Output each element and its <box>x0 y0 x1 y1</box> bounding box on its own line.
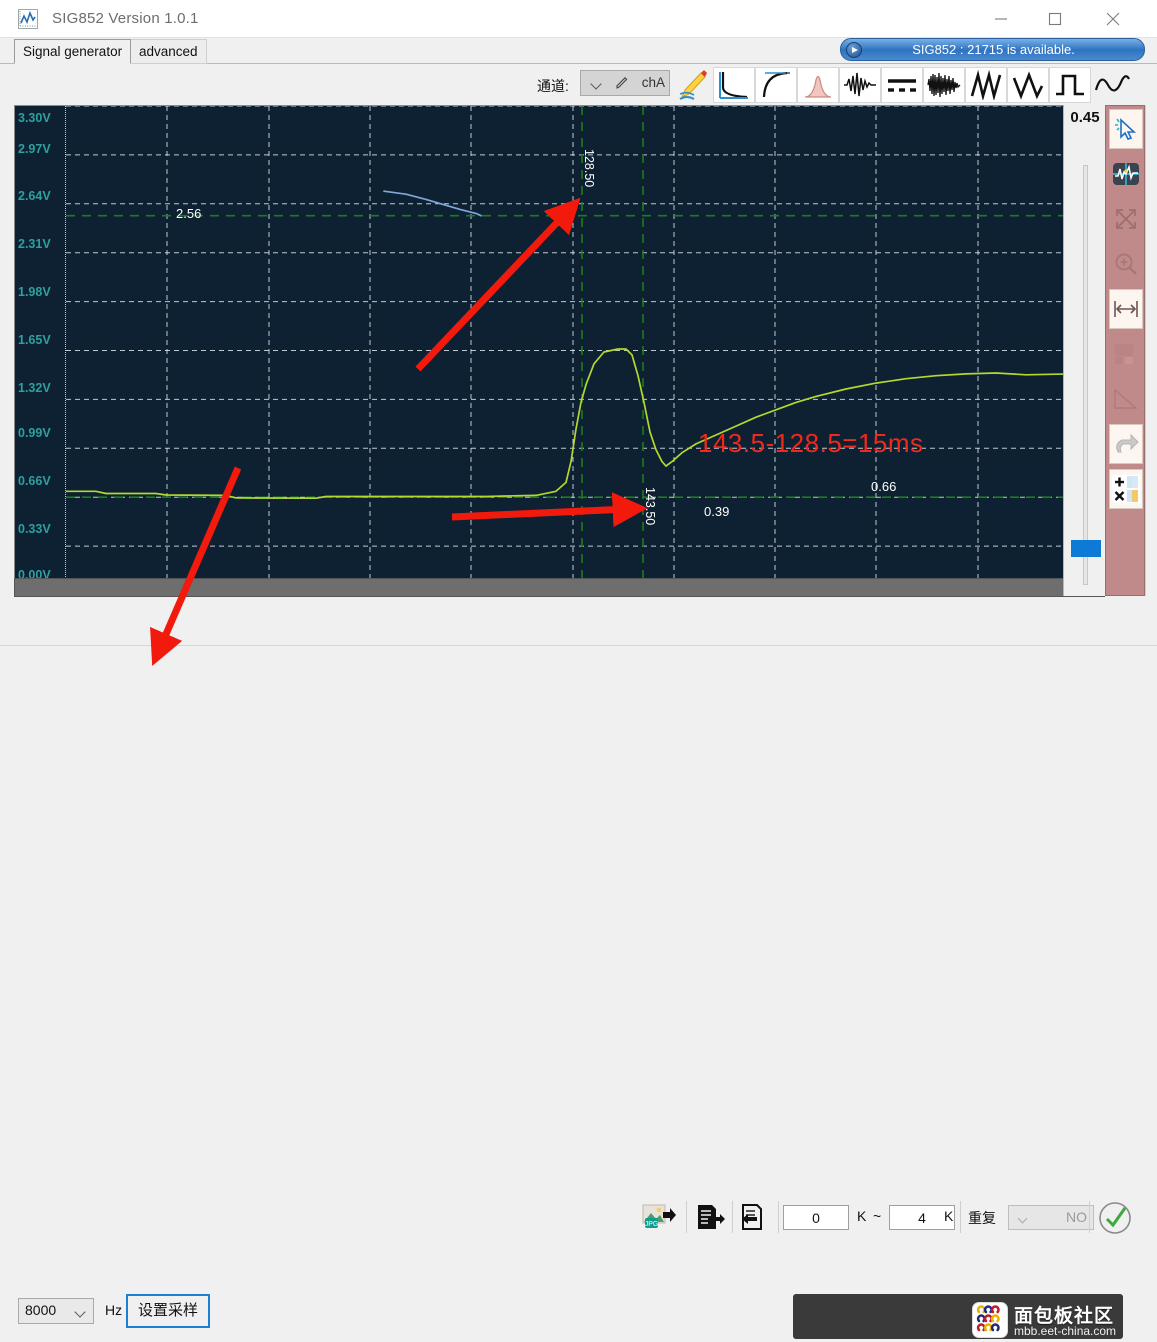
divider <box>1089 1201 1090 1233</box>
status-text: SIG852 : 21715 is available. <box>912 42 1075 57</box>
chevron-down-icon <box>590 78 602 90</box>
dashed-line-icon[interactable] <box>881 67 923 103</box>
range-start-unit: K <box>857 1208 867 1224</box>
pointer-select-icon[interactable] <box>1109 109 1143 149</box>
cursor-b-label: 143.50 <box>643 487 657 526</box>
level-label-left: 2.56 <box>176 206 202 221</box>
level-label-right: 0.66 <box>871 479 897 494</box>
slider-thumb[interactable] <box>1071 540 1101 557</box>
gaussian-icon[interactable] <box>797 67 839 103</box>
toolbar: 通道: chA <box>0 64 1157 105</box>
maximize-button[interactable] <box>1032 0 1078 38</box>
add-remove-icon[interactable] <box>1109 469 1143 509</box>
range-separator: ~ <box>873 1208 882 1224</box>
export-jpg-icon[interactable]: JPG <box>641 1199 677 1235</box>
watermark: 面包板社区 mbb.eet-china.com <box>968 1298 1150 1340</box>
divider <box>732 1201 733 1233</box>
repeat-select[interactable]: NO <box>1008 1205 1094 1230</box>
svg-text:JPG: JPG <box>645 1221 659 1228</box>
sawtooth-icon[interactable] <box>965 67 1007 103</box>
status-badge[interactable]: SIG852 : 21715 is available. <box>840 38 1145 61</box>
frequency-unit-label: Hz <box>105 1302 123 1318</box>
y-tick-label: 1.65V <box>18 333 51 347</box>
y-tick-label: 2.31V <box>18 237 51 251</box>
y-tick-label: 2.64V <box>18 189 51 203</box>
exp-rise-icon[interactable] <box>755 67 797 103</box>
watermark-url: mbb.eet-china.com <box>1014 1324 1117 1338</box>
y-tick-label: 0.66V <box>18 474 51 488</box>
check-circle-icon[interactable] <box>1098 1201 1132 1235</box>
zoom-in-icon[interactable] <box>1109 244 1143 284</box>
chevron-down-icon <box>74 1306 86 1318</box>
slider-value: 0.45 <box>1070 109 1100 126</box>
measurement-annotation: 143.5-128.5=15ms <box>698 428 924 458</box>
bottom-toolbar: JPG 0 K ~ 4 K 重复 NO <box>0 597 1157 1234</box>
waveform-svg <box>66 106 1079 595</box>
y-axis: 3.30V 2.97V 2.64V 2.31V 1.98V 1.65V 1.32… <box>15 106 65 595</box>
edit-waveform-icon[interactable] <box>672 67 714 103</box>
range-end-unit: K <box>944 1208 954 1224</box>
triangle-icon[interactable] <box>1007 67 1049 103</box>
frequency-value: 8000 <box>25 1302 57 1318</box>
repeat-value: NO <box>1066 1209 1087 1225</box>
y-tick-label: 0.33V <box>18 522 51 536</box>
tab-advanced[interactable]: advanced <box>130 39 207 64</box>
exp-decay-icon[interactable] <box>713 67 755 103</box>
y-tick-label: 2.97V <box>18 142 51 156</box>
measure-width-icon[interactable] <box>1109 289 1143 329</box>
channel-value: chA <box>641 75 665 90</box>
watermark-logo-icon <box>972 1302 1008 1338</box>
close-button[interactable] <box>1090 0 1136 38</box>
ruler-triangle-icon[interactable] <box>1109 379 1143 419</box>
divider <box>686 1201 687 1233</box>
y-tick-label: 3.30V <box>18 111 51 125</box>
slider-track[interactable] <box>1083 165 1088 585</box>
noise-dense-icon[interactable] <box>923 67 965 103</box>
horizontal-scrollbar[interactable] <box>14 578 1105 597</box>
footer-bar: 8000 Hz 设置采样 面包板社区 mbb.eet-china.com <box>0 645 1157 1339</box>
redo-arrow-icon[interactable] <box>1109 424 1143 464</box>
channel-select[interactable]: chA <box>580 70 670 96</box>
channel-label: 通道: <box>537 78 569 94</box>
app-logo-icon <box>18 9 38 29</box>
range-start-input[interactable]: 0 <box>783 1205 849 1230</box>
divider <box>778 1201 779 1233</box>
export-data-icon[interactable] <box>692 1199 728 1235</box>
square-icon[interactable] <box>1049 67 1091 103</box>
minimize-button[interactable] <box>978 0 1024 38</box>
divider <box>960 1201 961 1233</box>
import-data-icon[interactable] <box>737 1199 773 1235</box>
tab-signal-generator[interactable]: Signal generator <box>14 39 132 64</box>
y-tick-label: 0.99V <box>18 426 51 440</box>
chevron-down-icon <box>1017 1213 1028 1224</box>
noise-burst-icon[interactable] <box>839 67 881 103</box>
plot-area[interactable]: 128.50 143.50 2.56 0.66 0.39 <box>65 106 1079 595</box>
repeat-label: 重复 <box>968 1210 996 1226</box>
vertical-offset-slider[interactable]: 0.45 <box>1063 105 1105 596</box>
y-tick-label: 1.98V <box>18 285 51 299</box>
title-bar: SIG852 Version 1.0.1 <box>0 0 1157 38</box>
tool-rail <box>1105 105 1145 596</box>
expand-arrows-icon[interactable] <box>1109 199 1143 239</box>
window-layout-icon[interactable] <box>1109 334 1143 374</box>
frequency-select[interactable]: 8000 <box>18 1298 94 1324</box>
rail-scrollbar[interactable] <box>1145 105 1157 596</box>
pencil-icon <box>616 77 629 95</box>
scope-view-icon[interactable] <box>1109 154 1143 194</box>
window-title: SIG852 Version 1.0.1 <box>52 10 199 27</box>
cursor-a-label: 128.50 <box>582 149 596 188</box>
value-label: 0.39 <box>704 504 730 519</box>
y-tick-label: 1.32V <box>18 381 51 395</box>
sine-icon[interactable] <box>1091 67 1133 103</box>
set-sampling-button[interactable]: 设置采样 <box>126 1294 210 1328</box>
oscilloscope-chart[interactable]: 3.30V 2.97V 2.64V 2.31V 1.98V 1.65V 1.32… <box>14 105 1105 596</box>
